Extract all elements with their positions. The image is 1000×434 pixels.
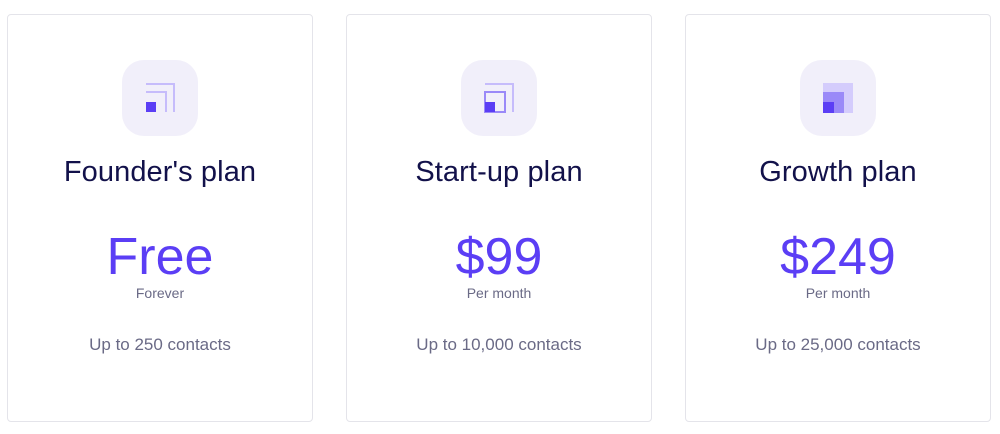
plan-price: $249: [780, 228, 896, 286]
startup-plan-icon: [461, 60, 537, 136]
plan-contacts: Up to 10,000 contacts: [416, 335, 582, 354]
growth-plan-icon: [800, 60, 876, 136]
plan-name: Founder's plan: [63, 156, 257, 188]
plan-period: Forever: [135, 285, 185, 301]
plan-card-growth[interactable]: Growth plan $249 Per month Up to 25,000 …: [685, 14, 991, 422]
plan-name: Growth plan: [759, 156, 917, 188]
plan-price: $99: [455, 228, 543, 286]
founder-plan-icon: [122, 60, 198, 136]
plan-contacts: Up to 25,000 contacts: [755, 335, 921, 354]
plan-period: Per month: [805, 285, 871, 301]
plan-card-startup[interactable]: Start-up plan $99 Per month Up to 10,000…: [346, 14, 652, 422]
plan-name: Start-up plan: [415, 156, 583, 188]
plan-period: Per month: [466, 285, 532, 301]
plan-contacts: Up to 250 contacts: [89, 335, 231, 354]
plan-card-founder[interactable]: Founder's plan Free Forever Up to 250 co…: [7, 14, 313, 422]
pricing-plans: Founder's plan Free Forever Up to 250 co…: [0, 0, 1000, 434]
plan-price: Free: [106, 228, 214, 286]
